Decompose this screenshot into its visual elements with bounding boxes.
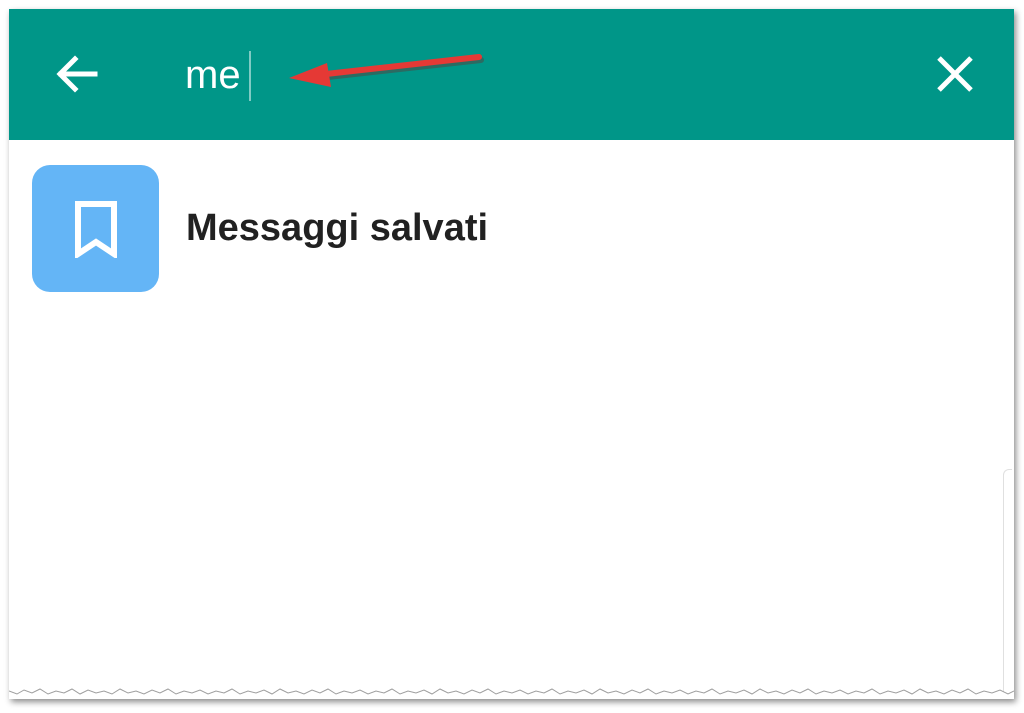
search-app-bar: [9, 9, 1014, 140]
list-item[interactable]: Messaggi salvati: [9, 157, 1014, 307]
clear-search-button[interactable]: [927, 49, 983, 99]
scrollbar[interactable]: [1003, 469, 1012, 699]
torn-edge-decoration: [9, 688, 1014, 699]
bookmark-icon: [74, 200, 117, 258]
text-caret: [249, 51, 251, 101]
search-input[interactable]: [185, 45, 885, 105]
arrow-left-icon: [56, 55, 98, 93]
back-button[interactable]: [49, 49, 105, 99]
saved-messages-avatar: [32, 165, 159, 292]
close-icon: [937, 56, 973, 92]
result-title: Messaggi salvati: [186, 207, 489, 249]
app-window: Messaggi salvati: [9, 9, 1014, 699]
